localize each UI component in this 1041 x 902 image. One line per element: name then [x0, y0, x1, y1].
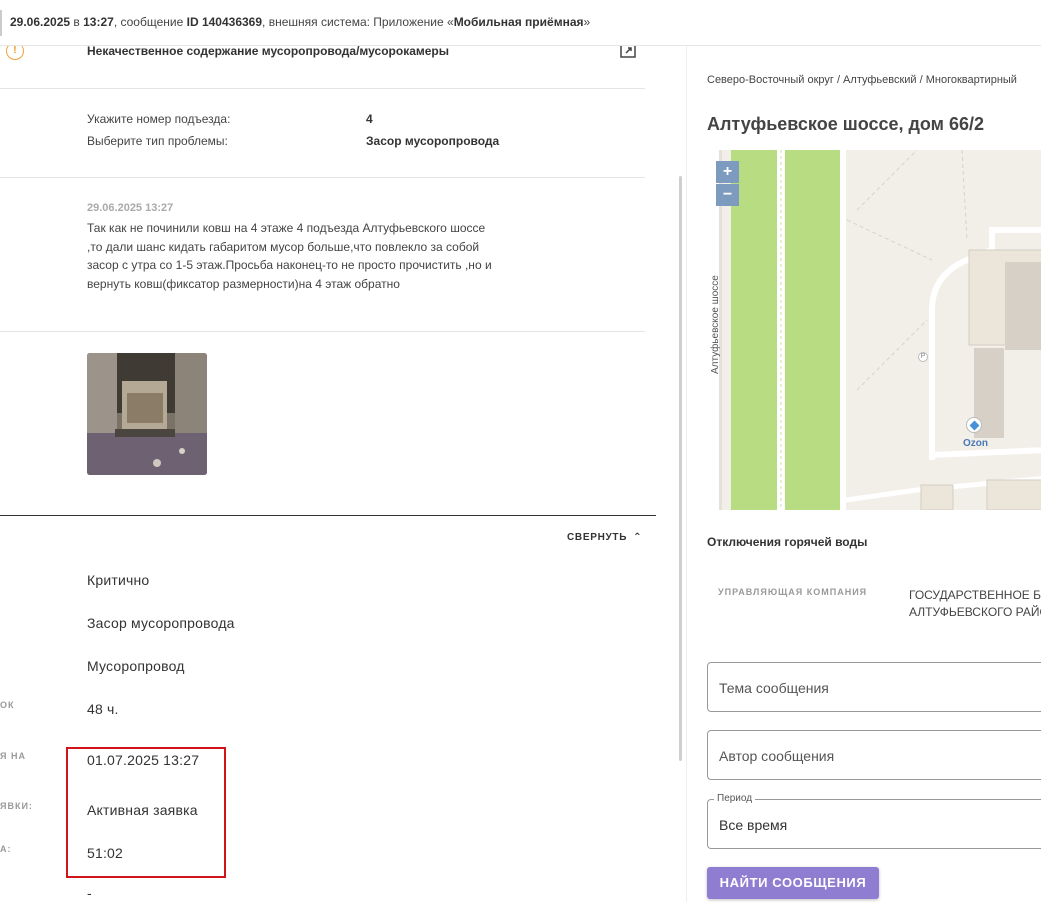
- hot-water-section-title: Отключения горячей воды: [707, 535, 868, 549]
- collapse-button[interactable]: СВЕРНУТЬ ⌃: [567, 532, 642, 543]
- management-company-label: УПРАВЛЯЮЩАЯ КОМПАНИЯ: [718, 587, 868, 597]
- field-deadline-value: 48 ч.: [87, 701, 119, 717]
- detail-value-entrance: 4: [366, 112, 373, 126]
- detail-value-problem-type: Засор мусоропровода: [366, 134, 500, 148]
- author-input[interactable]: Автор сообщения: [707, 730, 1041, 780]
- header-date: 29.06.2025: [10, 15, 71, 29]
- message-header-text: 29.06.2025 в 13:27, сообщение ID 1404363…: [10, 15, 590, 29]
- field-deadline-label: ОК: [0, 700, 15, 710]
- message-date: 29.06.2025 13:27: [87, 202, 174, 214]
- header-time: 13:27: [83, 15, 114, 29]
- message-header-bar: 29.06.2025 в 13:27, сообщение ID 1404363…: [0, 0, 1041, 46]
- period-label: Период: [714, 793, 756, 804]
- field-priority-value: Критично: [87, 572, 150, 588]
- field-due-label: Я НА: [0, 751, 26, 761]
- field-extra-value: -: [87, 885, 92, 901]
- divider: [0, 331, 645, 332]
- map-poi-label: Ozon: [963, 438, 988, 449]
- chevron-up-icon: ⌃: [633, 532, 643, 543]
- subject-input[interactable]: Тема сообщения: [707, 662, 1041, 712]
- field-status-label: ЯВКИ:: [0, 801, 33, 811]
- category-title: Некачественное содержание мусоропровода/…: [87, 46, 449, 58]
- parking-icon: P: [918, 352, 928, 362]
- open-external-icon[interactable]: [620, 46, 636, 58]
- divider: [0, 177, 645, 178]
- left-scrollbar[interactable]: [679, 176, 682, 761]
- field-remaining-label: А:: [0, 844, 12, 854]
- collapse-label: СВЕРНУТЬ: [567, 532, 628, 543]
- management-company-line2: АЛТУФЬЕВСКОГО РАЙО: [909, 605, 1041, 619]
- detail-label-problem-type: Выберите тип проблемы:: [87, 134, 228, 148]
- message-text: Так как не починили ковш на 4 этаже 4 по…: [87, 221, 492, 291]
- header-system-name: Мобильная приёмная: [453, 15, 584, 29]
- divider: [0, 88, 645, 89]
- map-zoom-out-button[interactable]: −: [716, 184, 739, 206]
- highlight-box: [66, 747, 226, 878]
- header-msg-id: ID 140436369: [186, 15, 263, 29]
- attached-photo[interactable]: [87, 353, 207, 475]
- detail-label-entrance: Укажите номер подъезда:: [87, 112, 231, 126]
- breadcrumb: Северо-Восточный округ / Алтуфьевский / …: [707, 74, 1017, 86]
- header-system-suffix: »: [583, 15, 591, 29]
- section-divider: [0, 515, 656, 516]
- header-in: в: [73, 15, 80, 29]
- photo-thumbnail-image: [87, 353, 207, 475]
- address-title: Алтуфьевское шоссе, дом 66/2: [707, 114, 985, 134]
- map-zoom-in-button[interactable]: +: [716, 161, 739, 183]
- map-tiles: [707, 150, 1041, 510]
- search-messages-button[interactable]: НАЙТИ СООБЩЕНИЯ: [707, 867, 879, 899]
- author-placeholder: Автор сообщения: [719, 748, 835, 764]
- management-company-line1: ГОСУДАРСТВЕННОЕ БК: [909, 588, 1041, 602]
- message-details-panel: ! Некачественное содержание мусоропровод…: [0, 46, 685, 902]
- header-left-border: [0, 10, 2, 36]
- address-panel: Северо-Восточный округ / Алтуфьевский / …: [686, 46, 1041, 902]
- header-msg-prefix: , сообщение: [113, 15, 184, 29]
- field-problem-value: Засор мусоропровода: [87, 615, 235, 631]
- ozon-pin-icon[interactable]: [966, 417, 982, 433]
- period-value: Все время: [719, 817, 788, 833]
- header-system-prefix: , внешняя система: Приложение «: [262, 15, 454, 29]
- map-street-label: Алтуфьевское шоссе: [710, 275, 721, 374]
- period-select[interactable]: Период Все время: [707, 793, 1041, 849]
- map[interactable]: + − Алтуфьевское шоссе P Ozon: [707, 150, 1041, 510]
- field-object-value: Мусоропровод: [87, 658, 185, 674]
- warning-icon: !: [6, 46, 24, 60]
- subject-placeholder: Тема сообщения: [719, 680, 829, 696]
- management-company-value: ГОСУДАРСТВЕННОЕ БК АЛТУФЬЕВСКОГО РАЙО: [909, 587, 1041, 621]
